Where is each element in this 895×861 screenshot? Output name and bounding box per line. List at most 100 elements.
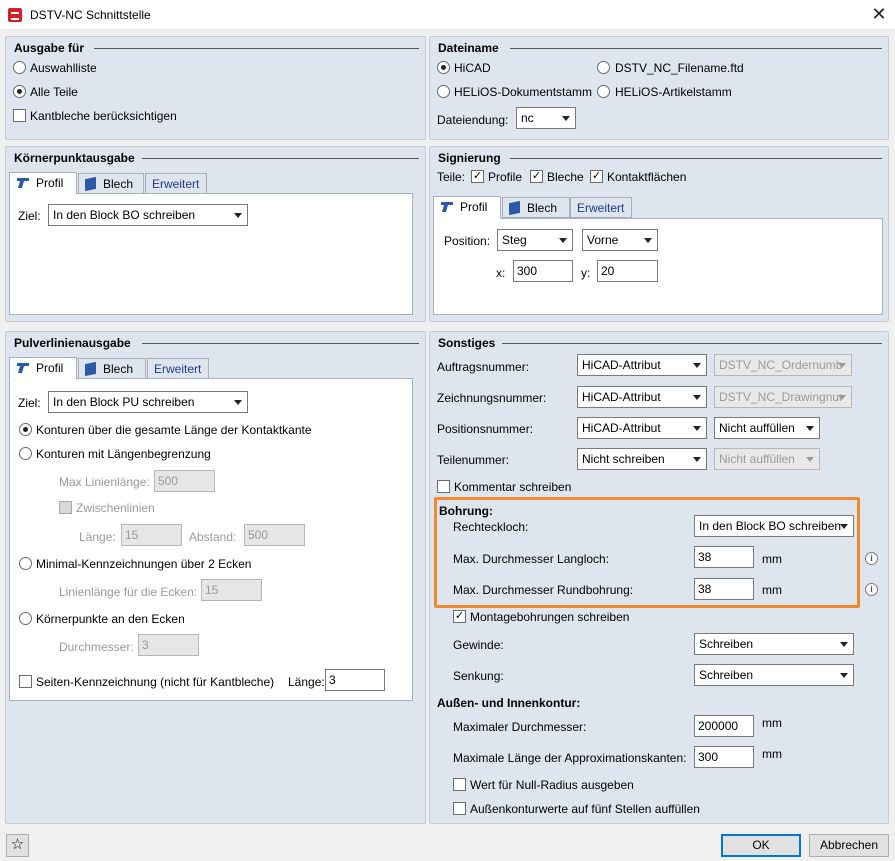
group-title: Dateiname [438,41,499,55]
auftragsnummer-select[interactable]: HiCAD-Attribut [577,354,707,376]
checkbox-profile[interactable]: ✓ [471,170,484,183]
radio-konturen-begrenzung[interactable] [19,447,32,460]
close-icon[interactable]: ✕ [868,3,890,25]
laenge-input[interactable]: 15 [121,524,182,546]
gewinde-select[interactable]: Schreiben [694,633,854,655]
tab-erweitert[interactable]: Erweitert [145,173,207,194]
tab-label: Blech [103,177,134,191]
rechteckloch-select[interactable]: In den Block BO schreiben [694,515,854,537]
window-title: DSTV-NC Schnittstelle [30,8,151,22]
radio-label: DSTV_NC_Filename.ftd [615,61,744,75]
group-title: Pulverlinienausgabe [14,336,131,350]
group-title: Körnerpunktausgabe [14,151,135,165]
radio-alle-teile[interactable] [13,85,26,98]
tab-blech[interactable]: Blech [78,358,146,379]
rundbohrung-unit: mm [762,583,782,597]
checkbox-label: Montagebohrungen schreiben [470,610,630,624]
abstand-input[interactable]: 500 [244,524,305,546]
group-title: Ausgabe für [14,41,85,55]
zeichnungsnummer-label: Zeichnungsnummer: [437,391,547,405]
radio-auswahlliste[interactable] [13,61,26,74]
seiten-laenge-input[interactable]: 3 [325,669,385,691]
ok-button[interactable]: OK [721,834,801,857]
koerner-ziel-select[interactable]: In den Block BO schreiben [48,204,248,226]
max-durchmesser-input[interactable]: 200000 [694,715,754,737]
positionsnummer-fill-select[interactable]: Nicht auffüllen [714,417,820,439]
checkbox-montagebohrungen[interactable]: ✓ [453,610,466,623]
checkbox-fuenf-stellen[interactable] [453,802,466,815]
checkbox-kontaktflaechen[interactable]: ✓ [590,170,603,183]
durchmesser-input[interactable]: 3 [138,634,199,656]
ziel-label: Ziel: [18,396,41,410]
radio-label: Konturen mit Längenbegrenzung [36,447,211,461]
durchmesser-label: Durchmesser: [59,640,134,654]
favorites-star-button[interactable]: ☆ [6,834,29,857]
position-select-1[interactable]: Steg [497,229,573,251]
langloch-label: Max. Durchmesser Langloch: [453,552,610,566]
info-icon[interactable]: i [865,552,878,565]
radio-dstv-filename[interactable] [597,61,610,74]
tab-erweitert[interactable]: Erweitert [147,358,209,379]
blech-icon [85,176,96,192]
checkbox-label: Kommentar schreiben [454,480,572,494]
rundbohrung-input[interactable]: 38 [694,578,754,600]
tab-profil[interactable]: Profil [9,357,77,380]
group-title: Signierung [438,151,501,165]
langloch-input[interactable]: 38 [694,546,754,568]
tab-blech[interactable]: Blech [502,197,570,218]
checkbox-label: Wert für Null-Radius ausgeben [470,778,634,792]
radio-koernerpunkte-ecken[interactable] [19,612,32,625]
checkbox-seiten-kennzeichnung[interactable] [19,675,32,688]
dateiendung-select[interactable]: nc [516,107,576,129]
star-icon: ☆ [10,836,25,853]
radio-helios-dokumentstamm[interactable] [437,85,450,98]
ecken-input[interactable]: 15 [201,579,262,601]
checkbox-kantbleche[interactable] [13,109,26,122]
x-input[interactable]: 300 [513,260,573,282]
tab-blech[interactable]: Blech [78,173,144,194]
senkung-select[interactable]: Schreiben [694,664,854,686]
tab-profil[interactable]: Profil [9,172,77,195]
radio-label: Alle Teile [30,85,78,99]
ecken-label: Linienlänge für die Ecken: [59,585,198,599]
radio-helios-artikelstamm[interactable] [597,85,610,98]
ziel-label: Ziel: [18,209,41,223]
blech-icon [509,200,520,216]
auftragsnummer-attribut-select[interactable]: DSTV_NC_Ordernumb [714,354,852,376]
zeichnungsnummer-select[interactable]: HiCAD-Attribut [577,386,707,408]
title-bar: DSTV-NC Schnittstelle ✕ [0,0,895,30]
radio-konturen-gesamt[interactable] [19,423,32,436]
radio-minimal-kennzeichnung[interactable] [19,557,32,570]
pulver-ziel-select[interactable]: In den Block PU schreiben [48,391,248,413]
radio-label: Konturen über die gesamte Länge der Kont… [36,423,312,437]
rechteckloch-label: Rechteckloch: [453,520,529,534]
teilenummer-select[interactable]: Nicht schreiben [577,448,707,470]
y-input[interactable]: 20 [597,260,658,282]
position-select-2[interactable]: Vorne [582,229,658,251]
zeichnungsnummer-attribut-select[interactable]: DSTV_NC_Drawingnur [714,386,852,408]
max-linienlaenge-input[interactable]: 500 [154,470,215,492]
radio-label: HELiOS-Dokumentstamm [454,85,593,99]
positionsnummer-select[interactable]: HiCAD-Attribut [577,417,707,439]
radio-hicad[interactable] [437,61,450,74]
teilenummer-fill-select[interactable]: Nicht auffüllen [714,448,820,470]
info-icon[interactable]: i [865,583,878,596]
checkbox-bleche[interactable]: ✓ [530,170,543,183]
checkbox-zwischenlinien[interactable] [59,501,72,514]
checkbox-kommentar[interactable] [437,480,450,493]
teilenummer-label: Teilenummer: [437,453,510,467]
radio-label: Minimal-Kennzeichnungen über 2 Ecken [36,557,252,571]
max-durchmesser-label: Maximaler Durchmesser: [453,720,587,734]
app-icon [8,8,22,22]
group-dateiname: Dateiname HiCAD DSTV_NC_Filename.ftd HEL… [429,36,889,140]
checkbox-null-radius[interactable] [453,778,466,791]
group-koerner: Körnerpunktausgabe Profil Blech Erweiter… [5,146,426,322]
senkung-label: Senkung: [453,669,504,683]
abbrechen-button[interactable]: Abbrechen [809,834,889,857]
approximation-input[interactable]: 300 [694,746,754,768]
bohrung-title: Bohrung: [439,504,493,518]
tab-profil[interactable]: Profil [433,196,501,219]
tab-erweitert[interactable]: Erweitert [570,197,632,218]
checkbox-label: Profile [488,170,523,184]
positionsnummer-label: Positionsnummer: [437,422,534,436]
